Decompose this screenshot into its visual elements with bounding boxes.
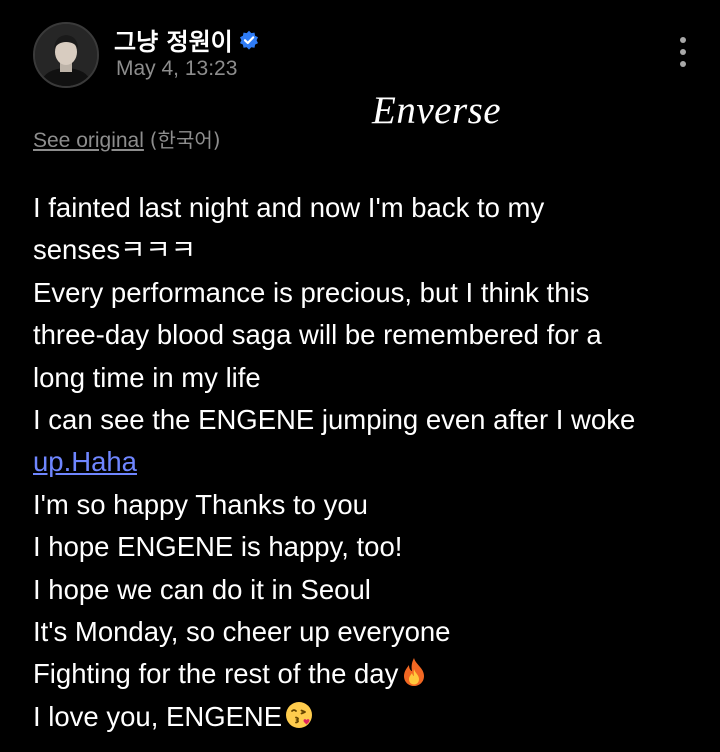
post-line-text: Fighting for the rest of the day xyxy=(33,658,399,690)
post-line-text: I love you, ENGENE xyxy=(33,700,283,732)
kissing-face-emoji-icon xyxy=(286,701,313,728)
post-line: It's Monday, so cheer up everyone xyxy=(33,616,451,648)
translation-notice: See original (한국어) xyxy=(33,124,221,153)
post-line-link-row: up.Haha xyxy=(33,441,693,483)
watermark: Enverse xyxy=(372,89,502,132)
more-vertical-icon-dot xyxy=(680,49,686,55)
post-body: I fainted last night and now I'm back to… xyxy=(33,187,693,738)
more-options-button[interactable] xyxy=(672,32,694,72)
author-avatar[interactable] xyxy=(33,22,99,88)
original-language-label: (한국어) xyxy=(149,128,221,152)
post-line-with-emoji: I love you, ENGENE xyxy=(33,696,693,738)
post-line: I'm so happy Thanks to you xyxy=(33,488,368,520)
verified-badge-icon xyxy=(239,30,258,50)
author-name-text[interactable]: 그냥 정원이 xyxy=(114,22,233,57)
post-line: I can see the ENGENE jumping even after … xyxy=(33,404,636,436)
post-link[interactable]: up.Haha xyxy=(33,446,137,477)
post-line-with-emoji: Fighting for the rest of the day xyxy=(33,653,693,695)
post-line: long time in my life xyxy=(33,361,261,393)
fire-emoji-icon xyxy=(404,658,425,687)
post-line: sensesㅋㅋㅋ xyxy=(33,234,197,266)
post-timestamp: May 4, 13:23 xyxy=(116,57,238,80)
author-name[interactable]: 그냥 정원이 xyxy=(114,22,259,57)
post-line: I hope ENGENE is happy, too! xyxy=(33,531,403,563)
more-vertical-icon xyxy=(680,37,686,43)
avatar-portrait xyxy=(35,24,97,86)
see-original-link[interactable]: See original xyxy=(33,129,144,152)
more-vertical-icon-dot xyxy=(680,61,686,67)
post-line: I hope we can do it in Seoul xyxy=(33,573,371,605)
post-line: three-day blood saga will be remembered … xyxy=(33,319,602,351)
post-line: I fainted last night and now I'm back to… xyxy=(33,192,545,223)
post-line: Every performance is precious, but I thi… xyxy=(33,276,590,308)
